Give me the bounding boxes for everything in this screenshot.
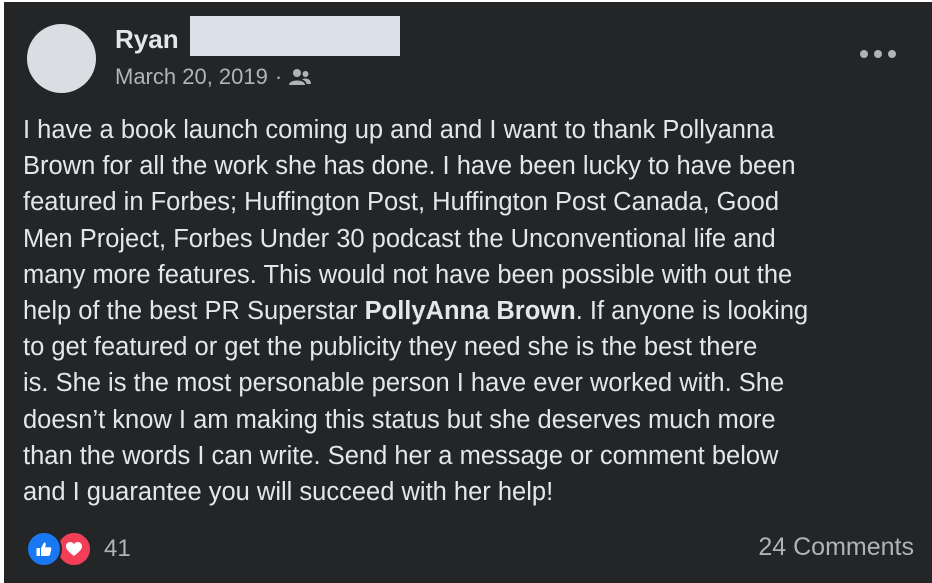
post-body-line: Brown for all the work she has done. I h…: [23, 152, 796, 181]
reaction-count: 41: [104, 535, 131, 562]
redacted-surname-block: [190, 16, 400, 56]
like-icon: [26, 531, 62, 567]
mention-link[interactable]: PollyAnna Brown: [365, 297, 576, 325]
post-body-line: to get featured or get the publicity the…: [23, 333, 758, 362]
post-body-line: is. She is the most personable person I …: [23, 369, 785, 398]
post-meta: March 20, 2019 ·: [115, 62, 312, 92]
post-body-line: many more features. This would not have …: [23, 260, 793, 289]
dot-icon: [874, 50, 882, 58]
post-timestamp[interactable]: March 20, 2019: [115, 64, 268, 90]
post-body: I have a book launch coming up and and I…: [23, 112, 918, 510]
reactions-summary[interactable]: 41: [26, 531, 131, 567]
post-body-line: than the words I can write. Send her a m…: [23, 441, 779, 470]
more-options-button[interactable]: [860, 44, 896, 64]
meta-separator: ·: [274, 64, 283, 89]
avatar[interactable]: [27, 24, 96, 93]
post-body-line: help of the best PR Superstar PollyAnna …: [23, 293, 918, 329]
dot-icon: [860, 50, 868, 58]
author-name[interactable]: Ryan: [115, 22, 179, 56]
post-body-text: help of the best PR Superstar: [23, 296, 365, 325]
post-body-text: . If anyone is looking: [575, 296, 809, 325]
comments-count-link[interactable]: 24 Comments: [758, 533, 914, 562]
post-card: Ryan March 20, 2019 · I have a book laun…: [4, 2, 932, 583]
post-body-line: I have a book launch coming up and and I…: [23, 116, 775, 144]
dot-icon: [888, 50, 896, 58]
post-body-line: Men Project, Forbes Under 30 podcast the…: [23, 224, 776, 253]
post-body-line: featured in Forbes; Huffington Post, Huf…: [23, 188, 780, 217]
post-body-line: doesn’t know I am making this status but…: [23, 405, 776, 434]
friends-icon[interactable]: [288, 68, 312, 86]
post-body-line: and I guarantee you will succeed with he…: [23, 477, 554, 506]
